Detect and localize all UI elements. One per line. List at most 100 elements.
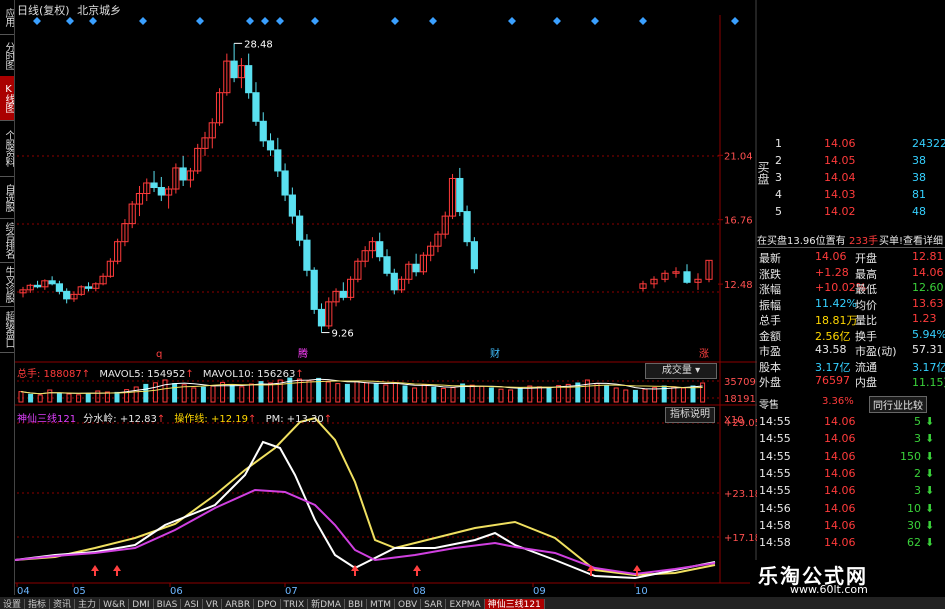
indicator-c: PM: +13.30 <box>265 414 324 425</box>
bid-detail-link[interactable]: 买单!查看详细 <box>879 232 943 247</box>
event-marker-icon[interactable] <box>139 17 147 25</box>
indicator-tab[interactable]: 设置 <box>0 599 26 609</box>
sidebar-item-2[interactable]: K线图 <box>0 76 14 121</box>
bid-info-text: 在买盘13.96位置有 <box>757 236 846 247</box>
indicator-tab[interactable]: VR <box>203 599 223 609</box>
sidebar-item-6[interactable]: 牛叉诊股 <box>0 262 14 307</box>
event-marker-icon[interactable] <box>591 17 599 25</box>
candle <box>230 60 238 79</box>
industry-pct: 3.36% <box>822 396 854 407</box>
sidebar-item-3[interactable]: 个股资料 <box>0 120 14 177</box>
indicator-tab[interactable]: 新DMA <box>308 599 345 609</box>
price-event-marker[interactable]: 涨 <box>699 348 709 360</box>
candle <box>33 284 42 288</box>
ask-price: 14.05 <box>824 154 856 167</box>
indicator-tick-label: +23.18 <box>724 489 757 500</box>
price-event-marker[interactable]: 财 <box>490 347 500 360</box>
arrow-down-icon: ⬇ <box>925 449 935 463</box>
candle <box>470 241 478 270</box>
indicator-tab[interactable]: ASI <box>181 599 203 609</box>
event-marker-icon[interactable] <box>311 17 319 25</box>
event-marker-icon[interactable] <box>246 17 254 25</box>
industry-label: 零售 <box>759 400 779 411</box>
arrow-down-icon: ⬇ <box>925 501 935 515</box>
sidebar-item-5[interactable]: 综合排名 <box>0 218 14 263</box>
tick-time: 14:56 <box>759 501 791 515</box>
quote-value: 2.56亿 <box>815 329 851 343</box>
tick-row: 14:55 14.06 3 ⬇ <box>757 484 945 499</box>
event-marker-icon[interactable] <box>508 17 516 25</box>
event-marker-icon[interactable] <box>553 17 561 25</box>
industry-compare-button[interactable]: 同行业比较 <box>869 396 927 413</box>
indicator-tab[interactable]: DMI <box>129 599 154 609</box>
event-marker-icon[interactable] <box>276 17 284 25</box>
volume-bar <box>364 382 370 403</box>
price-event-marker[interactable]: 腾 <box>298 347 308 360</box>
quote-value: 3.17亿 <box>912 360 945 374</box>
indicator-line-yellow <box>15 416 716 577</box>
event-marker-icon[interactable] <box>391 17 399 25</box>
quote-value: +1.28 <box>815 265 849 279</box>
indicator-b: 操作线: +12.19 <box>174 414 248 425</box>
indicator-tab[interactable]: 神仙三线121 <box>484 599 545 609</box>
candle <box>157 187 165 196</box>
indicator-tab[interactable]: DPO <box>254 599 281 609</box>
event-marker-icon[interactable] <box>196 17 204 25</box>
candle <box>296 215 304 241</box>
indicator-tab[interactable]: BBI <box>345 599 367 609</box>
volume-bar <box>604 385 610 403</box>
indicator-tab[interactable]: EXPMA <box>446 599 485 609</box>
quote-value: 11.42% <box>815 296 857 310</box>
event-marker-icon[interactable] <box>639 17 647 25</box>
candle <box>683 271 691 283</box>
kline-chart[interactable]: 21.0416.7612.4828.489.26q 腾财涨3570918191X1… <box>15 0 757 596</box>
indicator-name[interactable]: 神仙三线121 <box>17 414 76 425</box>
event-marker-icon[interactable] <box>261 17 269 25</box>
quote-row: 总手 18.81万 量比 1.23 <box>757 312 945 327</box>
candle <box>150 182 158 189</box>
tick-volume: 3 <box>914 432 921 446</box>
volume-bar <box>556 385 562 403</box>
event-marker-icon[interactable] <box>89 17 97 25</box>
indicator-tab[interactable]: BIAS <box>154 599 182 609</box>
volume-selector[interactable]: 成交量 ▾ <box>645 363 717 379</box>
tick-price: 14.06 <box>824 484 856 498</box>
quote-row: 涨跌 +1.28 最高 14.06 <box>757 266 945 281</box>
event-marker-icon[interactable] <box>731 17 739 25</box>
indicator-tick-label: +29.05 <box>724 418 757 429</box>
volume-bar <box>114 391 120 403</box>
indicator-tab[interactable]: 资讯 <box>50 599 76 609</box>
quote-row: 最新 14.06 开盘 12.81 <box>757 250 945 265</box>
sidebar-item-4[interactable]: 自选股 <box>0 176 14 219</box>
divider <box>757 247 945 248</box>
volume-bar <box>344 383 350 403</box>
event-marker-icon[interactable] <box>66 17 74 25</box>
volume-bar <box>594 383 600 403</box>
indicator-tab[interactable]: MTM <box>367 599 396 609</box>
indicator-tab[interactable]: OBV <box>395 599 422 609</box>
indicator-tab[interactable]: 指标 <box>25 599 51 609</box>
indicator-tab[interactable]: W&R <box>100 599 130 609</box>
price-event-marker[interactable]: q <box>156 349 162 360</box>
indicator-tab-bar: 设置 指标 资讯 主力 W&R DMI BIAS ASI VR ARBR DPO TRIX 新DMA BB… <box>0 597 945 609</box>
volume-bar <box>632 389 638 403</box>
event-marker-icon[interactable] <box>429 17 437 25</box>
quote-label: 流通 <box>855 360 877 374</box>
volume-bar <box>229 384 235 403</box>
volume-bar <box>18 391 24 403</box>
event-marker-icon[interactable] <box>33 17 41 25</box>
indicator-tab[interactable]: ARBR <box>222 599 255 609</box>
volume-bar <box>133 386 139 403</box>
indicator-help-button[interactable]: 指标说明 <box>665 407 715 423</box>
volume-bar <box>162 379 168 403</box>
indicator-tab[interactable]: 主力 <box>75 599 101 609</box>
indicator-tab[interactable]: TRIX <box>281 599 309 609</box>
total-volume-label: 总手: 188087 <box>17 369 82 380</box>
order-book-row: 2 14.05 38 <box>757 154 945 169</box>
quote-value: 14.06 <box>815 250 847 263</box>
sidebar-item-7[interactable]: 超级盘口 <box>0 306 14 353</box>
indicator-tab[interactable]: SAR <box>421 599 447 609</box>
volume-bar <box>546 387 552 403</box>
volume-bar <box>373 383 379 403</box>
sidebar-item-1[interactable]: 分时图 <box>0 34 14 77</box>
